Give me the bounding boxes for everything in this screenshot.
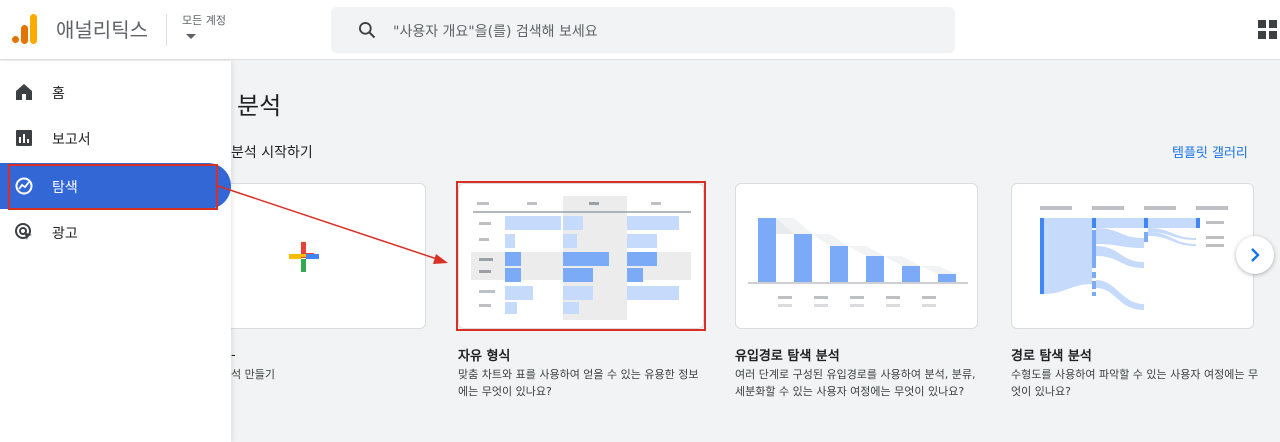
- funnel-chart-illustration: [748, 218, 968, 307]
- sidebar-item-label: 보고서: [52, 132, 91, 148]
- path-tree-illustration: [1040, 206, 1228, 310]
- sidebar-item-label: 광고: [52, 226, 78, 242]
- sidebar-item-reports[interactable]: 보고서: [0, 115, 231, 161]
- sidebar-item-home[interactable]: 홈: [0, 69, 231, 115]
- apps-grid-icon[interactable]: [1258, 20, 1278, 40]
- free-form-title[interactable]: 자유 형식: [458, 345, 510, 364]
- blank-card-desc: 석 만들기: [231, 368, 275, 381]
- path-exploration-card[interactable]: [1011, 183, 1254, 329]
- carousel-next-button[interactable]: [1236, 236, 1274, 274]
- account-selector-label[interactable]: 모든 계정: [182, 12, 226, 28]
- start-heading: 분석 시작하기: [231, 145, 313, 161]
- chevron-down-icon[interactable]: [186, 34, 196, 39]
- search-input[interactable]: "사용자 개요"을(를) 검색해 보세요: [393, 21, 598, 41]
- plus-icon: [289, 242, 319, 272]
- top-bar: 애널리틱스 모든 계정 "사용자 개요"을(를) 검색해 보세요: [0, 0, 1280, 60]
- blank-exploration-card[interactable]: [231, 183, 426, 329]
- funnel-title[interactable]: 유입경로 탐색 분석: [735, 345, 840, 364]
- ads-target-icon: [15, 223, 32, 240]
- chevron-right-icon: [1251, 248, 1260, 262]
- path-desc: 수형도를 사용하여 파악할 수 있는 사용자 여정에는 무엇이 있나요?: [1011, 368, 1259, 398]
- path-title[interactable]: 경로 탐색 분석: [1011, 345, 1092, 364]
- header-divider: [166, 14, 167, 46]
- explore-highlight: [8, 164, 218, 210]
- analytics-logo-icon[interactable]: [12, 14, 38, 44]
- template-gallery-link[interactable]: 템플릿 갤러리: [1172, 142, 1248, 161]
- home-icon: [16, 84, 32, 100]
- funnel-desc: 여러 단계로 구성된 유입경로를 사용하여 분석, 분류, 세분화할 수 있는 …: [735, 368, 976, 398]
- blank-card-dash: -: [231, 348, 236, 363]
- app-title: 애널리틱스: [56, 18, 148, 42]
- sidebar-item-label: 홈: [52, 86, 65, 102]
- free-form-highlight: [456, 181, 706, 331]
- search-icon: [359, 22, 376, 39]
- bar-chart-icon: [16, 130, 32, 146]
- page-title: 분석: [237, 92, 282, 120]
- search-bar[interactable]: "사용자 개요"을(를) 검색해 보세요: [331, 7, 955, 53]
- sidebar-item-ads[interactable]: 광고: [0, 209, 231, 255]
- free-form-desc: 맞춤 차트와 표를 사용하여 얻을 수 있는 유용한 정보에는 무엇이 있나요?: [458, 368, 699, 398]
- funnel-exploration-card[interactable]: [735, 183, 978, 329]
